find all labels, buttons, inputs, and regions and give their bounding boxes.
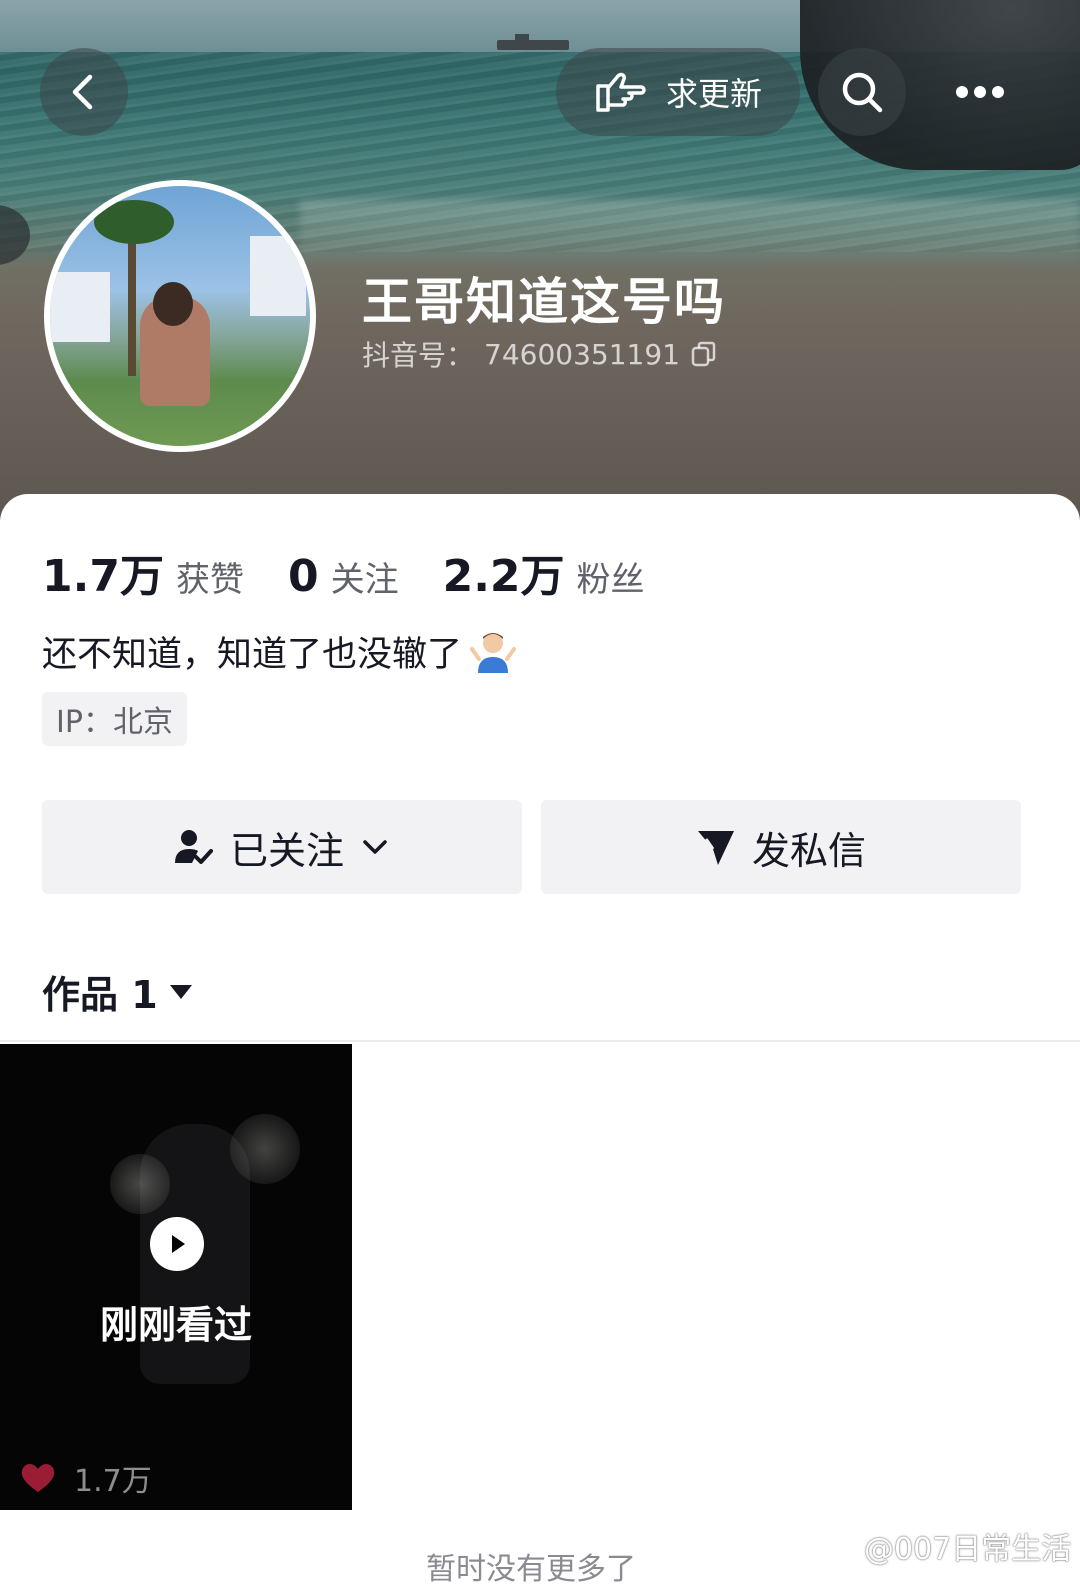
shrug-emoji-icon bbox=[470, 632, 517, 673]
avatar-head bbox=[153, 282, 193, 326]
more-button[interactable] bbox=[950, 70, 1010, 114]
video-likes-count: 1.7万 bbox=[74, 1464, 152, 1499]
watermark-text: @007日常生活 bbox=[864, 1532, 1072, 1567]
followed-label: 已关注 bbox=[229, 828, 344, 873]
bio: 还不知道，知道了也没辙了 bbox=[42, 626, 517, 677]
username: 王哥知道这号吗 bbox=[362, 273, 726, 331]
bio-text: 还不知道，知道了也没辙了 bbox=[42, 635, 463, 675]
video-thumbnail[interactable] bbox=[0, 1044, 352, 1510]
send-message-button[interactable]: 发私信 bbox=[541, 800, 1021, 894]
thumbnail-light bbox=[230, 1114, 300, 1184]
avatar-building bbox=[250, 236, 306, 316]
tab-works[interactable]: 作品 1 bbox=[42, 964, 194, 1019]
search-icon bbox=[842, 72, 883, 113]
douyin-id-value: 74600351191 bbox=[484, 337, 680, 371]
search-button[interactable] bbox=[818, 48, 906, 136]
user-check-icon bbox=[174, 830, 213, 864]
avatar[interactable] bbox=[44, 180, 316, 452]
followers-count[interactable]: 2.2万 bbox=[443, 540, 565, 604]
likes-count[interactable]: 1.7万 bbox=[42, 540, 164, 604]
caret-down-icon bbox=[169, 984, 192, 999]
video-likes: 1.7万 bbox=[20, 1456, 152, 1500]
recently-watched-label: 刚刚看过 bbox=[99, 1303, 252, 1347]
ip-location-tag: IP：北京 bbox=[42, 692, 187, 746]
back-button[interactable] bbox=[40, 48, 128, 136]
banner-surf bbox=[300, 200, 1080, 270]
heart-icon bbox=[21, 1464, 55, 1492]
avatar-palm-leaves bbox=[94, 200, 174, 244]
copy-icon[interactable] bbox=[690, 340, 718, 368]
douyin-id-label: 抖音号： bbox=[362, 339, 475, 372]
play-icon[interactable] bbox=[150, 1217, 204, 1271]
likes-label[interactable]: 获赞 bbox=[176, 552, 244, 601]
pointing-hand-icon bbox=[596, 72, 646, 112]
play-triangle-icon bbox=[172, 1235, 185, 1253]
banner-ship bbox=[497, 34, 569, 50]
weibo-logo-icon bbox=[818, 1532, 856, 1562]
works-tab-label: 作品 1 bbox=[42, 973, 158, 1017]
thumbnail-light bbox=[110, 1154, 170, 1214]
request-update-label: 求更新 bbox=[665, 75, 762, 113]
watermark: @007日常生活 bbox=[818, 1524, 1071, 1568]
chevron-left-icon bbox=[72, 74, 93, 110]
paper-plane-icon bbox=[697, 831, 734, 865]
request-update-button[interactable]: 求更新 bbox=[556, 48, 800, 136]
followed-button[interactable]: 已关注 bbox=[42, 800, 522, 894]
send-message-label: 发私信 bbox=[751, 828, 866, 873]
following-count[interactable]: 0 bbox=[288, 551, 319, 602]
chevron-down-icon bbox=[363, 840, 387, 854]
stats-row: 1.7万 获赞 0 关注 2.2万 粉丝 bbox=[42, 540, 689, 604]
douyin-id: 抖音号： 74600351191 bbox=[362, 334, 718, 374]
more-dots-icon bbox=[956, 86, 1004, 98]
avatar-building bbox=[50, 272, 110, 342]
tab-divider bbox=[0, 1040, 1080, 1042]
following-label[interactable]: 关注 bbox=[331, 552, 399, 601]
followers-label[interactable]: 粉丝 bbox=[577, 552, 645, 601]
